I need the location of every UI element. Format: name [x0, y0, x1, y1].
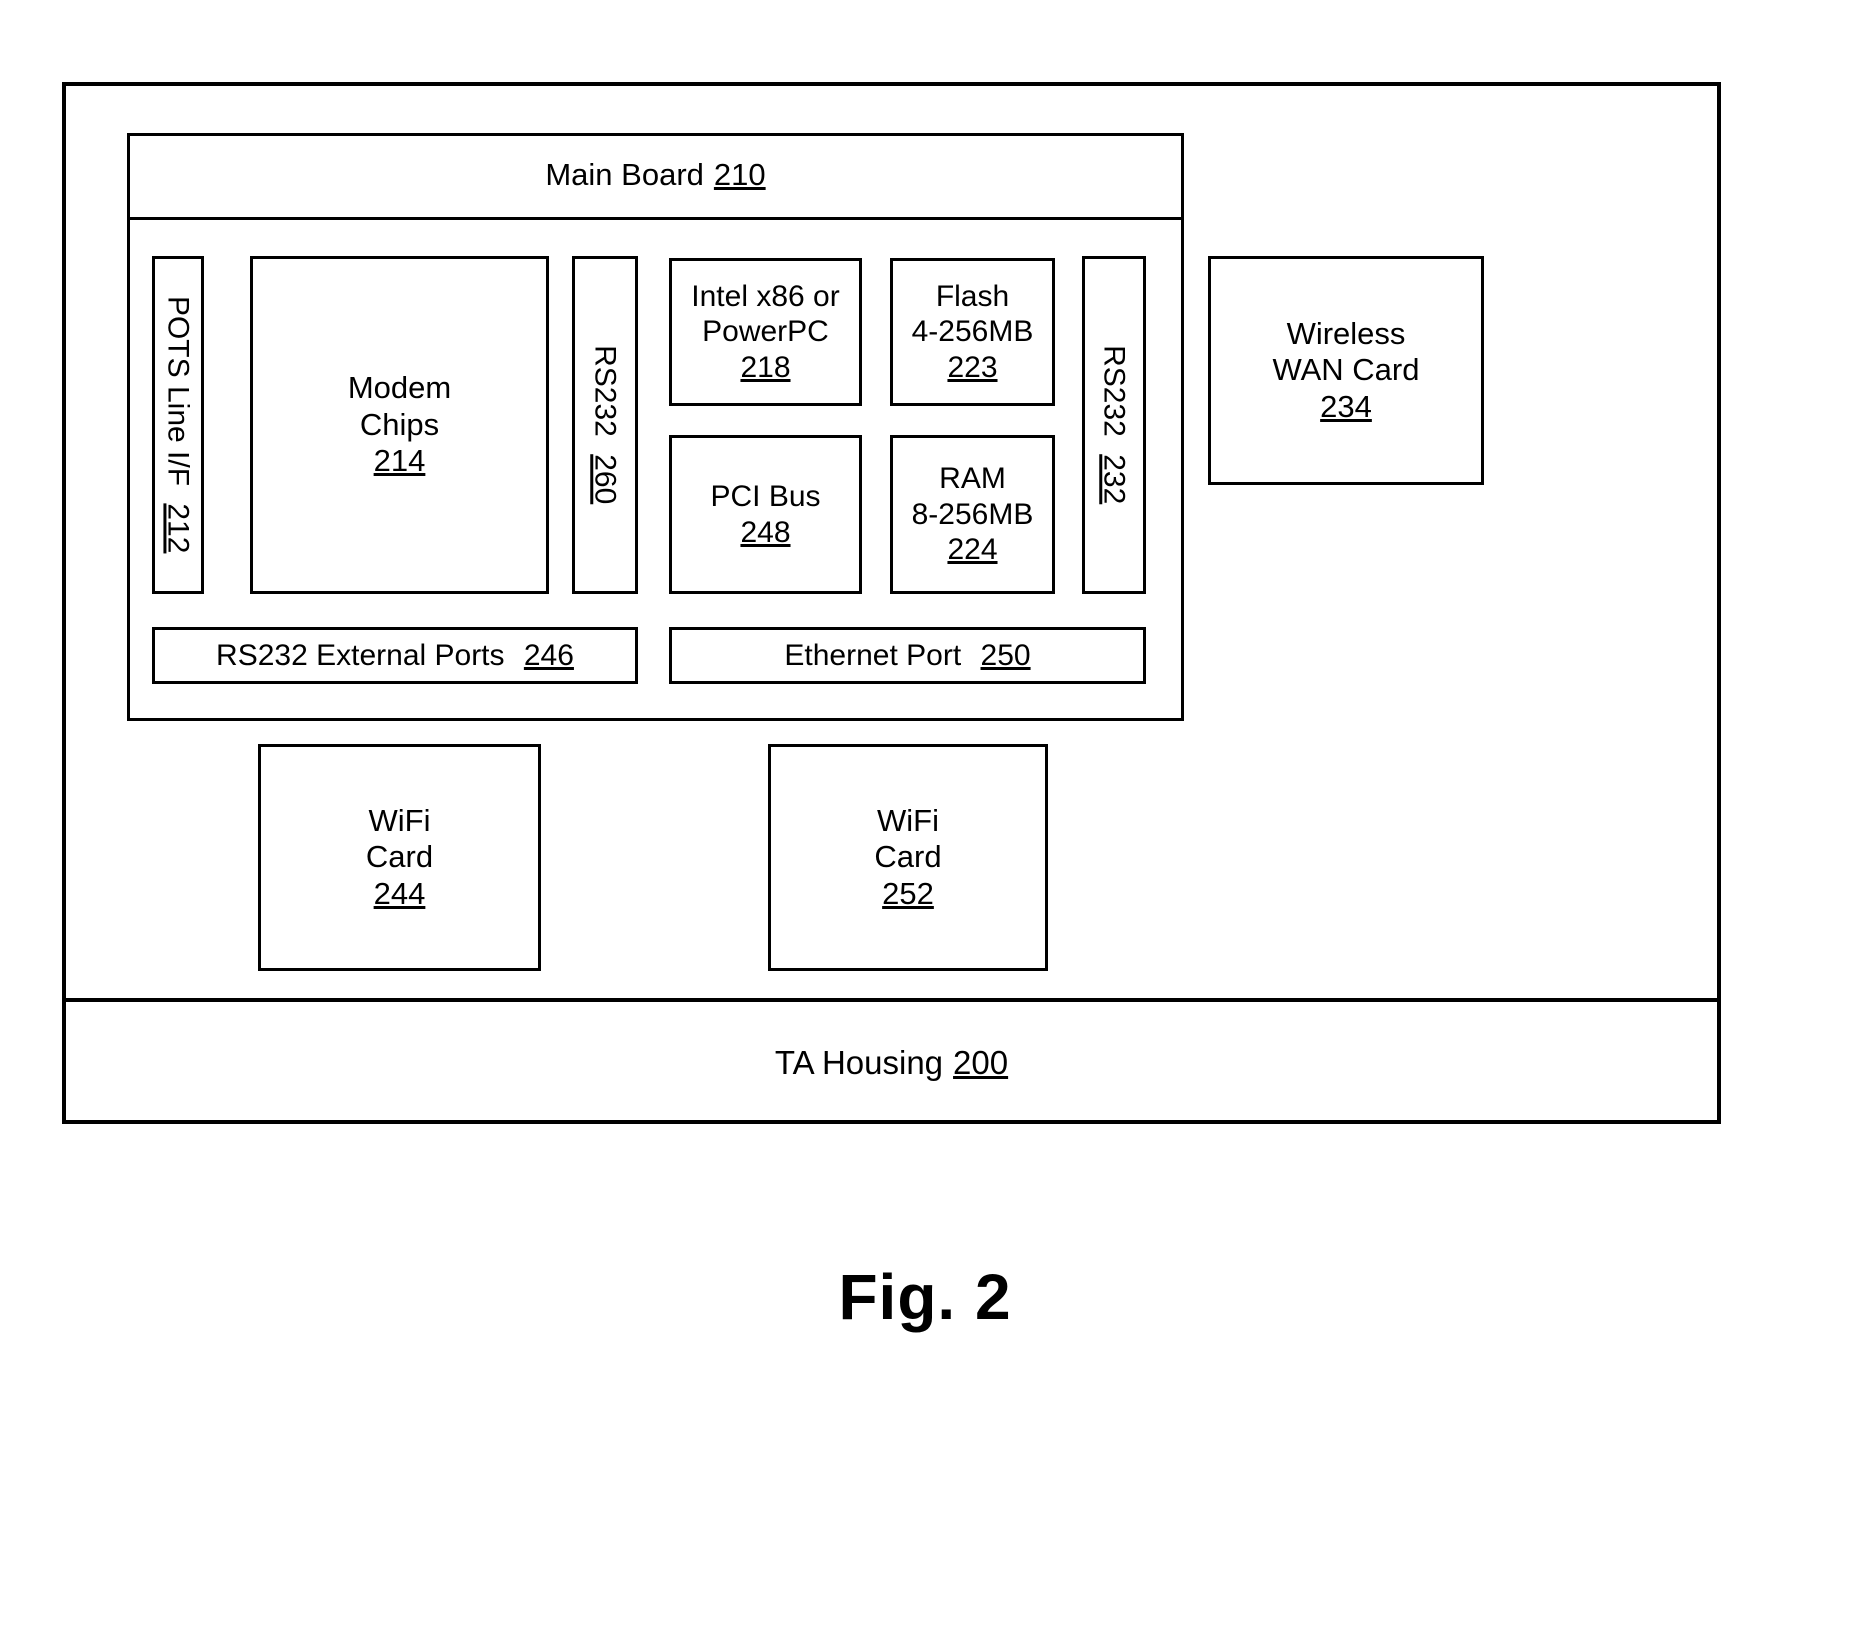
- rs232-232-reference-number: 232: [1097, 454, 1131, 505]
- pots-label-text: POTS Line I/F: [161, 296, 195, 487]
- rs232-260-reference-number: 260: [588, 454, 622, 505]
- ethernet-port-label: Ethernet Port 250: [784, 638, 1030, 673]
- flash-label: Flash 4-256MB 223: [912, 279, 1034, 385]
- ram-label-line2: 8-256MB: [911, 497, 1034, 531]
- ta-housing-label-text: TA Housing: [774, 1043, 944, 1081]
- wifi-252-label-line1: WiFi: [877, 802, 939, 838]
- modem-label-line1: Modem: [347, 370, 452, 406]
- rs232-external-ports-box: RS232 External Ports 246: [152, 627, 638, 684]
- pots-line-interface-label: POTS Line I/F 212: [160, 296, 195, 553]
- figure-caption: Fig. 2: [838, 1261, 1012, 1333]
- ram-label-line1: RAM: [939, 462, 1006, 496]
- wireless-wan-card-box: Wireless WAN Card 234: [1208, 256, 1484, 485]
- flash-memory-box: Flash 4-256MB 223: [890, 258, 1055, 406]
- ethernet-port-reference-number: 250: [980, 638, 1031, 672]
- wifi-252-label-line2: Card: [874, 839, 942, 875]
- ram-box: RAM 8-256MB 224: [890, 435, 1055, 594]
- pci-bus-label: PCI Bus 248: [710, 479, 820, 550]
- wireless-wan-label-line2: WAN Card: [1272, 352, 1420, 388]
- pci-bus-label-line1: PCI Bus: [710, 480, 821, 514]
- modem-reference-number: 214: [373, 443, 426, 479]
- rs232-232-box: RS232 232: [1082, 256, 1146, 594]
- pots-reference-number: 212: [161, 503, 195, 554]
- rs232-232-label: RS232 232: [1096, 345, 1131, 504]
- modem-chips-box: Modem Chips 214: [250, 256, 549, 594]
- processor-reference-number: 218: [740, 350, 791, 384]
- wifi-244-reference-number: 244: [373, 875, 426, 911]
- wireless-wan-card-label: Wireless WAN Card 234: [1273, 316, 1420, 426]
- rs232-external-ports-reference-number: 246: [523, 638, 574, 672]
- modem-label-line2: Chips: [359, 406, 440, 442]
- rs232-260-box: RS232 260: [572, 256, 638, 594]
- ethernet-port-label-text: Ethernet Port: [784, 638, 962, 672]
- wifi-244-label-line1: WiFi: [368, 802, 431, 838]
- processor-label: Intel x86 or PowerPC 218: [691, 279, 839, 385]
- patent-figure-page: TA Housing 200 Main Board 210 POTS Line …: [0, 0, 1850, 1642]
- wifi-card-252-box: WiFi Card 252: [768, 744, 1048, 971]
- processor-label-line2: PowerPC: [702, 315, 829, 349]
- main-board-label-text: Main Board: [545, 156, 704, 192]
- wifi-244-label-line2: Card: [365, 839, 434, 875]
- rs232-external-ports-label-text: RS232 External Ports: [216, 638, 505, 672]
- flash-label-line2: 4-256MB: [911, 315, 1034, 349]
- ram-label: RAM 8-256MB 224: [912, 461, 1034, 567]
- flash-label-line1: Flash: [935, 279, 1010, 313]
- pci-bus-box: PCI Bus 248: [669, 435, 862, 594]
- main-board-reference-number: 210: [713, 156, 766, 192]
- pots-line-interface-box: POTS Line I/F 212: [152, 256, 204, 594]
- wifi-card-244-box: WiFi Card 244: [258, 744, 541, 971]
- wireless-wan-label-line1: Wireless: [1286, 315, 1406, 351]
- pci-bus-reference-number: 248: [740, 515, 791, 549]
- rs232-232-label-text: RS232: [1097, 345, 1131, 438]
- wireless-wan-reference-number: 234: [1320, 388, 1372, 424]
- main-board-header: Main Board 210: [127, 133, 1184, 220]
- modem-chips-label: Modem Chips 214: [348, 370, 451, 480]
- rs232-external-ports-label: RS232 External Ports 246: [216, 638, 574, 673]
- flash-reference-number: 223: [947, 350, 998, 384]
- wifi-card-244-label: WiFi Card 244: [366, 803, 433, 913]
- ta-housing-label: TA Housing 200: [62, 1002, 1721, 1124]
- wifi-card-252-label: WiFi Card 252: [874, 803, 941, 913]
- rs232-260-label: RS232 260: [587, 345, 622, 504]
- processor-box: Intel x86 or PowerPC 218: [669, 258, 862, 406]
- processor-label-line1: Intel x86 or: [691, 279, 840, 313]
- ta-housing-reference-number: 200: [953, 1043, 1009, 1081]
- rs232-260-label-text: RS232: [588, 345, 622, 438]
- ethernet-port-box: Ethernet Port 250: [669, 627, 1146, 684]
- ram-reference-number: 224: [947, 533, 998, 567]
- wifi-252-reference-number: 252: [882, 875, 934, 911]
